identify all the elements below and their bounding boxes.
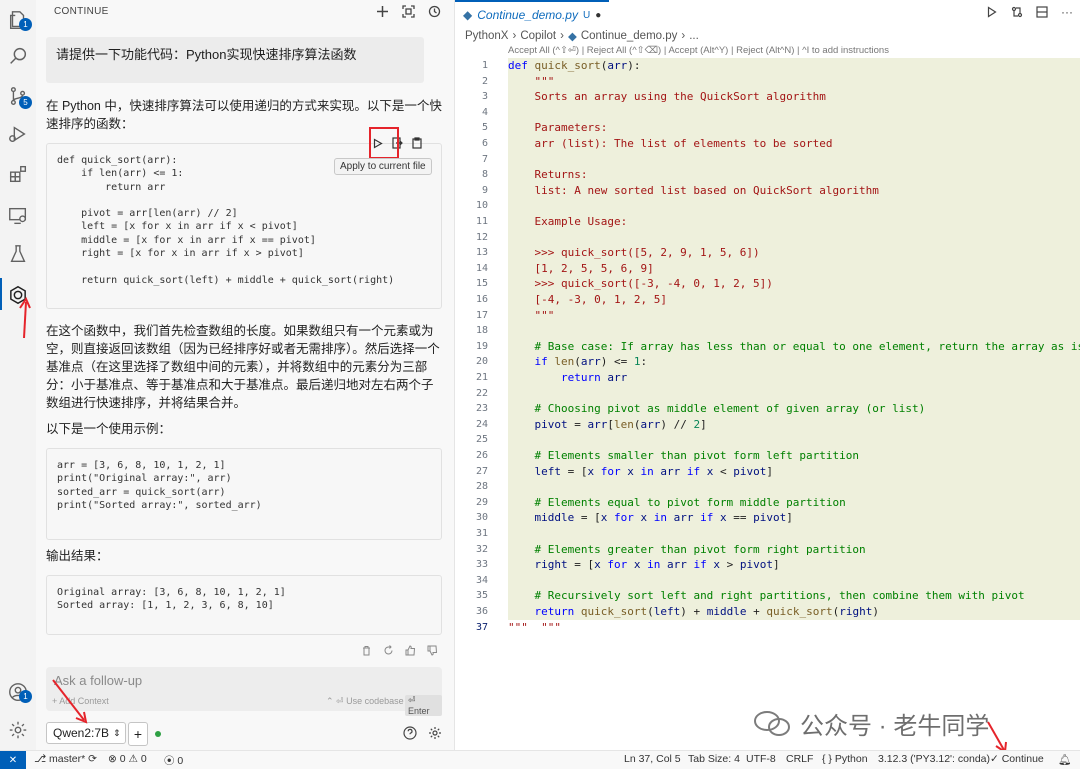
- new-session-plus-icon[interactable]: [374, 3, 390, 19]
- unsaved-dot-icon[interactable]: ●: [595, 10, 601, 21]
- enter-button[interactable]: ⏎ Enter: [405, 695, 442, 716]
- code-block-output[interactable]: Original array: [3, 6, 8, 10, 1, 2, 1] S…: [46, 575, 442, 635]
- tab-name: Continue_demo.py: [477, 8, 578, 22]
- continue-icon[interactable]: [6, 283, 30, 307]
- thumbs-down-icon[interactable]: [426, 644, 438, 656]
- branch-name: master*: [49, 753, 86, 765]
- message-actions: [360, 644, 438, 656]
- example-label: 以下是一个使用示例：: [46, 422, 172, 436]
- tab-status: U: [582, 9, 591, 21]
- search-icon[interactable]: [6, 44, 30, 68]
- watermark: 公众号 · 老牛同学: [752, 706, 989, 741]
- continue-label: Continue: [1001, 753, 1044, 765]
- language-name: Python: [834, 753, 868, 765]
- compare-icon[interactable]: [1010, 5, 1024, 19]
- diff-actions[interactable]: Accept All (^⇧⏎) | Reject All (^⇧⌫) | Ac…: [508, 45, 889, 56]
- cursor-position[interactable]: Ln 37, Col 5: [624, 753, 681, 765]
- panel-settings-icon[interactable]: [428, 726, 442, 743]
- panel-toolbar: [374, 3, 442, 19]
- user-message[interactable]: 请提供一下功能代码：Python实现快速排序算法函数: [46, 37, 424, 83]
- help-icon[interactable]: [403, 726, 417, 743]
- assistant-explanation: 在这个函数中，我们首先检查数组的长度。如果数组只有一个元素或为空，则直接返回该数…: [46, 324, 440, 410]
- tab-size[interactable]: Tab Size: 4: [688, 753, 740, 765]
- settings-gear-icon[interactable]: [6, 718, 30, 742]
- split-editor-icon[interactable]: [1035, 5, 1049, 19]
- fullscreen-icon[interactable]: [400, 3, 416, 19]
- model-selector[interactable]: Qwen2:7B ⇕: [46, 722, 126, 744]
- model-name: Qwen2:7B: [53, 726, 110, 740]
- active-indicator: [0, 278, 2, 310]
- errors-count: 0: [119, 753, 126, 765]
- breadcrumb-item[interactable]: PythonX: [465, 30, 508, 42]
- add-model-button[interactable]: +: [128, 722, 148, 746]
- thumbs-up-icon[interactable]: [404, 644, 416, 656]
- ports-count: 0: [177, 755, 184, 767]
- wechat-logo-icon: [754, 710, 790, 736]
- language-mode[interactable]: { } Python: [822, 753, 868, 765]
- problems-item[interactable]: ⊗ 0 ⚠ 0: [108, 753, 147, 765]
- branch-item[interactable]: ⎇ master* ⟳: [34, 753, 97, 765]
- remote-indicator-icon[interactable]: ✕: [0, 751, 26, 769]
- continue-status[interactable]: ✓ Continue: [990, 753, 1044, 765]
- chevron-right-icon: ›: [512, 30, 517, 42]
- run-debug-icon[interactable]: [6, 122, 30, 146]
- python-file-icon: ◆: [463, 8, 473, 22]
- more-actions-icon[interactable]: ···: [1060, 5, 1074, 19]
- python-interpreter[interactable]: 3.12.3 ('PY3.12': conda): [878, 753, 990, 765]
- chevron-updown-icon: ⇕: [113, 727, 121, 738]
- breadcrumb-item[interactable]: Continue_demo.py: [581, 30, 678, 42]
- highlight-box: [369, 127, 399, 159]
- history-icon[interactable]: [426, 3, 442, 19]
- chevron-right-icon: ›: [681, 30, 686, 42]
- notifications-bell-icon[interactable]: 🔔︎: [1058, 753, 1071, 766]
- extensions-icon[interactable]: [6, 162, 30, 186]
- explorer-badge: 1: [19, 18, 32, 31]
- editor-tab[interactable]: ◆ Continue_demo.py U ●: [455, 0, 610, 28]
- editor-toolbar: ···: [985, 5, 1074, 19]
- watermark-text: 公众号 · 老牛同学: [800, 713, 990, 740]
- apply-tooltip: Apply to current file: [334, 158, 432, 175]
- source-control-badge: 5: [19, 96, 32, 109]
- remote-explorer-icon[interactable]: [6, 204, 30, 228]
- code-block-example[interactable]: arr = [3, 6, 8, 10, 1, 2, 1] print("Orig…: [46, 448, 442, 540]
- status-bar: ✕ ⎇ master* ⟳ ⊗ 0 ⚠ 0 ⦿ 0 Ln 37, Col 5 T…: [0, 750, 1080, 769]
- breadcrumb-item[interactable]: ...: [689, 30, 699, 42]
- output-label: 输出结果：: [46, 549, 109, 563]
- breadcrumb: PythonX › Copilot › ◆ Continue_demo.py ›…: [465, 29, 699, 43]
- run-icon[interactable]: [985, 5, 999, 19]
- continue-panel: CONTINUE 请提供一下功能代码：Python实现快速排序算法函数 在 Py…: [36, 0, 455, 750]
- activity-bar: 1 5 1: [0, 0, 37, 750]
- account-badge: 1: [19, 690, 32, 703]
- panel-title: CONTINUE: [54, 6, 109, 17]
- encoding[interactable]: UTF-8: [746, 753, 776, 765]
- python-file-icon: ◆: [567, 31, 577, 43]
- testing-icon[interactable]: [6, 242, 30, 266]
- delete-icon[interactable]: [360, 644, 372, 656]
- breadcrumb-item[interactable]: Copilot: [520, 30, 556, 42]
- status-dot: [155, 731, 161, 737]
- retry-icon[interactable]: [382, 644, 394, 656]
- editor: ◆ Continue_demo.py U ● ··· PythonX › Cop…: [455, 0, 1080, 750]
- followup-input-box: + Add Context ⌃ ⏎ Use codebase ⏎ Enter: [46, 667, 442, 716]
- followup-input[interactable]: [52, 672, 436, 689]
- use-codebase-hint[interactable]: ⌃ ⏎ Use codebase: [326, 696, 404, 707]
- line-ending[interactable]: CRLF: [786, 753, 813, 765]
- add-context-button[interactable]: + Add Context: [52, 696, 109, 706]
- chevron-right-icon: ›: [560, 30, 564, 42]
- warnings-count: 0: [140, 753, 147, 765]
- ports-item[interactable]: ⦿ 0: [164, 753, 183, 768]
- copy-icon[interactable]: [408, 132, 426, 154]
